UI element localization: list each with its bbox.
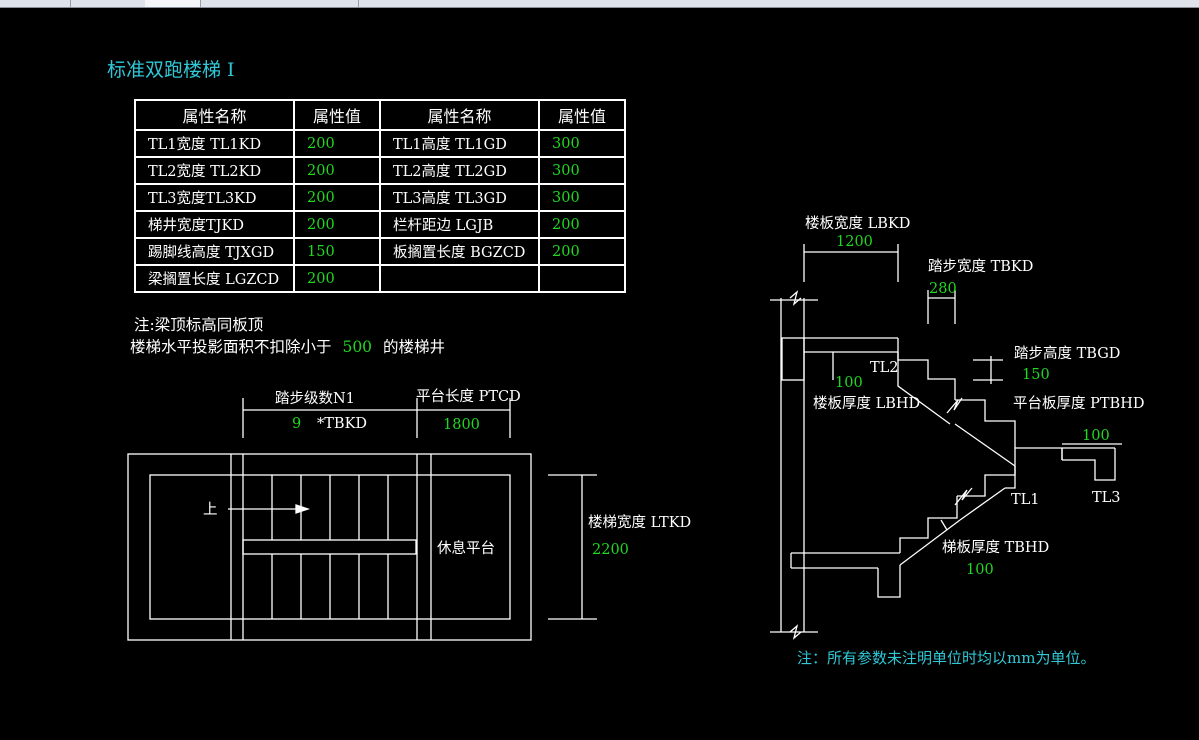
cad-drawing: 踏步级数N1 9 *TBKD 平台长度 PTCD 1800 上 休息平台 楼梯宽… xyxy=(127,214,1144,641)
stair-plan xyxy=(127,398,597,641)
tread-width-value: 280 xyxy=(929,281,957,297)
tl1-beam xyxy=(1005,466,1016,489)
up-arrow-head xyxy=(295,504,311,514)
steps-value: 9 xyxy=(292,416,301,432)
tread-height-label: 踏步高度 TBGD xyxy=(1014,345,1120,362)
upper-flight-soffit xyxy=(897,352,951,425)
tl3-label: TL3 xyxy=(1092,490,1121,506)
rest-platform-label: 休息平台 xyxy=(437,540,495,557)
stair-width-value: 2200 xyxy=(592,542,629,558)
stair-section xyxy=(770,244,1122,640)
upper-flight-steps xyxy=(897,338,956,400)
stairwell-gap xyxy=(242,539,417,555)
lower-beam xyxy=(877,565,901,598)
slab-width-value: 1200 xyxy=(836,234,873,250)
stair-thickness-label: 梯板厚度 TBHD xyxy=(942,538,1049,556)
platform-length-label: 平台长度 PTCD xyxy=(416,388,521,405)
stair-width-label: 楼梯宽度 LTKD xyxy=(588,514,691,531)
steps-label: 踏步级数N1 xyxy=(275,390,355,407)
platform-thickness-label: 平台板厚度 PTBHD xyxy=(1013,394,1144,412)
lower-flight-soffit xyxy=(959,487,1006,521)
platform-thickness-value: 100 xyxy=(1082,428,1110,444)
units-footnote: 注：所有参数未注明单位时均以mm为单位。 xyxy=(797,649,1096,667)
floor-thickness-label: 楼板厚度 LBHD xyxy=(813,394,920,412)
upper-flight-soffit-2 xyxy=(954,423,1016,467)
platform-length-value: 1800 xyxy=(443,417,480,433)
break-symbol xyxy=(789,290,802,306)
floor-thickness-value: 100 xyxy=(835,375,863,391)
stair-thickness-tick xyxy=(940,519,948,531)
tl2-label: TL2 xyxy=(870,360,899,376)
tl1-label: TL1 xyxy=(1011,492,1040,508)
tread-width-label: 踏步宽度 TBKD xyxy=(928,258,1033,275)
stair-thickness-value: 100 xyxy=(966,562,994,578)
tread-height-value: 150 xyxy=(1022,367,1050,383)
lower-flight-steps xyxy=(957,448,1016,497)
slab-width-label: 楼板宽度 LBKD xyxy=(805,214,910,232)
steps-unit: *TBKD xyxy=(317,416,367,432)
tl3-beam xyxy=(1062,448,1116,481)
up-label: 上 xyxy=(203,501,218,518)
wall-beam xyxy=(781,337,805,381)
upper-flight-steps-2 xyxy=(955,399,1016,448)
